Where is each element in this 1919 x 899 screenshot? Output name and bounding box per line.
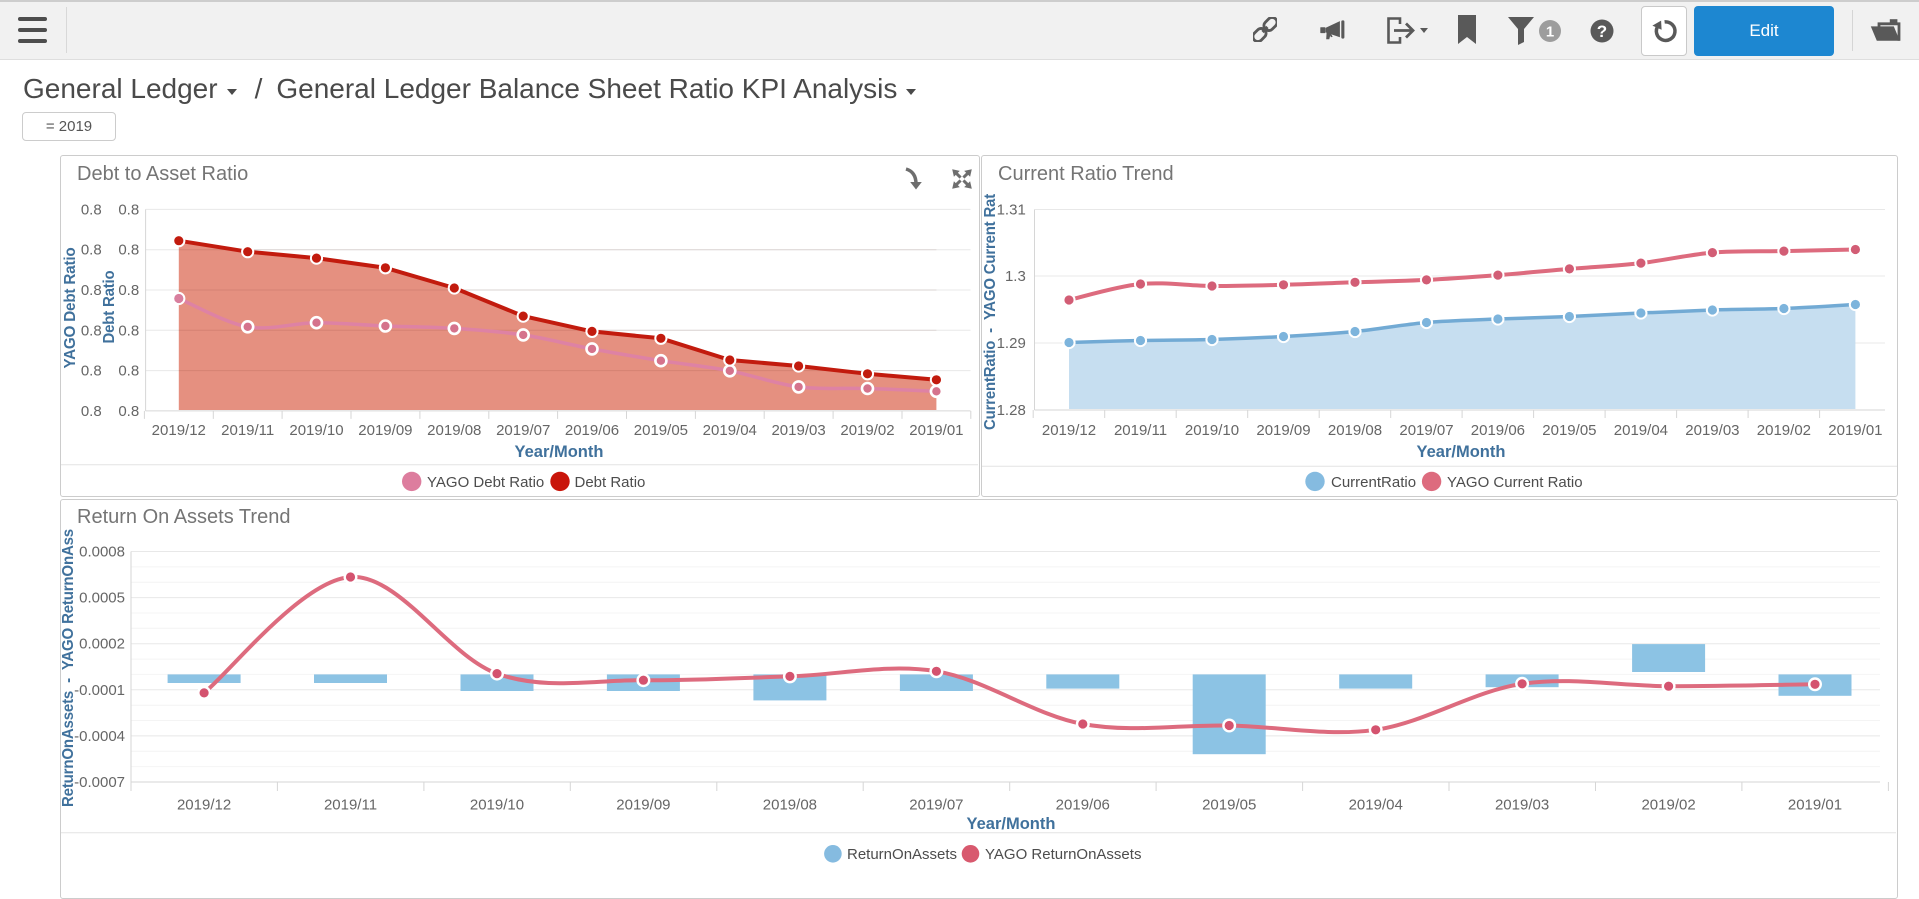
svg-text:0.8: 0.8	[81, 242, 102, 259]
svg-text:Return On Assets Trend: Return On Assets Trend	[77, 506, 290, 528]
svg-text:2019/02: 2019/02	[1641, 797, 1695, 814]
svg-text:2019/09: 2019/09	[358, 422, 412, 439]
svg-text:2019/09: 2019/09	[1256, 422, 1310, 439]
svg-text:2019/12: 2019/12	[177, 797, 231, 814]
svg-text:0.0008: 0.0008	[79, 544, 125, 561]
svg-text:2019/10: 2019/10	[289, 422, 343, 439]
svg-text:2019/12: 2019/12	[1042, 422, 1096, 439]
svg-text:YAGO Debt Ratio: YAGO Debt Ratio	[62, 247, 79, 368]
svg-text:2019/05: 2019/05	[634, 422, 688, 439]
svg-text:2019/01: 2019/01	[909, 422, 963, 439]
svg-text:0.8: 0.8	[81, 282, 102, 299]
svg-text:ReturnOnAssets: ReturnOnAssets	[847, 846, 957, 863]
svg-text:Debt to Asset Ratio: Debt to Asset Ratio	[77, 163, 248, 185]
svg-text:YAGO ReturnOnAssets: YAGO ReturnOnAssets	[985, 846, 1141, 863]
svg-text:2019/06: 2019/06	[565, 422, 619, 439]
svg-text:2019/03: 2019/03	[1685, 422, 1739, 439]
svg-text:1.3: 1.3	[1005, 268, 1026, 285]
svg-text:2019/04: 2019/04	[1349, 797, 1403, 814]
svg-text:2019/04: 2019/04	[703, 422, 757, 439]
svg-text:0.8: 0.8	[118, 403, 139, 420]
svg-text:1: 1	[1546, 24, 1554, 41]
svg-text:0.8: 0.8	[118, 363, 139, 380]
svg-text:Debt Ratio: Debt Ratio	[575, 474, 646, 491]
svg-text:2019/07: 2019/07	[496, 422, 550, 439]
svg-text:2019/08: 2019/08	[1328, 422, 1382, 439]
svg-text:2019/01: 2019/01	[1788, 797, 1842, 814]
svg-text:2019/08: 2019/08	[763, 797, 817, 814]
svg-text:0.8: 0.8	[118, 242, 139, 259]
svg-text:2019/02: 2019/02	[840, 422, 894, 439]
svg-text:2019/03: 2019/03	[1495, 797, 1549, 814]
svg-text:2019/10: 2019/10	[470, 797, 524, 814]
svg-text:1.29: 1.29	[997, 335, 1026, 352]
svg-text:0.8: 0.8	[81, 403, 102, 420]
svg-text:1.28: 1.28	[997, 402, 1026, 419]
svg-text:2019/05: 2019/05	[1542, 422, 1596, 439]
svg-text:2019/04: 2019/04	[1614, 422, 1668, 439]
svg-text:?: ?	[1597, 22, 1607, 41]
svg-text:2019/01: 2019/01	[1828, 422, 1882, 439]
svg-text:0.8: 0.8	[81, 363, 102, 380]
svg-text:YAGO Debt Ratio: YAGO Debt Ratio	[427, 474, 544, 491]
svg-text:0.0002: 0.0002	[79, 636, 125, 653]
svg-text:2019/07: 2019/07	[909, 797, 963, 814]
svg-text:0.8: 0.8	[81, 322, 102, 339]
svg-text:1.31: 1.31	[997, 202, 1026, 219]
svg-text:2019/11: 2019/11	[1114, 422, 1167, 439]
svg-text:2019/11: 2019/11	[324, 797, 377, 814]
svg-text:-0.0007: -0.0007	[74, 774, 125, 791]
svg-text:Current Ratio Trend: Current Ratio Trend	[998, 163, 1174, 185]
svg-text:2019/05: 2019/05	[1202, 797, 1256, 814]
svg-text:2019/06: 2019/06	[1056, 797, 1110, 814]
svg-text:Debt Ratio: Debt Ratio	[101, 270, 118, 343]
svg-text:0.8: 0.8	[118, 282, 139, 299]
svg-text:0.8: 0.8	[118, 322, 139, 339]
svg-text:ReturnOnAssets - YAGO Return: ReturnOnAssets - YAGO ReturnOnAss	[60, 529, 77, 807]
svg-text:2019/07: 2019/07	[1399, 422, 1453, 439]
svg-text:Year/Month: Year/Month	[967, 815, 1056, 833]
svg-text:-0.0004: -0.0004	[74, 728, 125, 745]
svg-text:0.0005: 0.0005	[79, 590, 125, 607]
svg-text:2019/11: 2019/11	[221, 422, 274, 439]
svg-text:YAGO Current Ratio: YAGO Current Ratio	[1447, 474, 1583, 491]
svg-text:2019/12: 2019/12	[152, 422, 206, 439]
svg-text:2019/08: 2019/08	[427, 422, 481, 439]
svg-text:2019/03: 2019/03	[771, 422, 825, 439]
svg-text:CurrentRatio - YAGO Current: CurrentRatio - YAGO Current Rat	[982, 193, 999, 430]
svg-text:2019/02: 2019/02	[1757, 422, 1811, 439]
svg-text:CurrentRatio: CurrentRatio	[1331, 474, 1416, 491]
svg-text:2019/06: 2019/06	[1471, 422, 1525, 439]
svg-text:Year/Month: Year/Month	[515, 443, 604, 461]
svg-text:0.8: 0.8	[81, 201, 102, 218]
svg-text:0.8: 0.8	[118, 201, 139, 218]
svg-text:2019/10: 2019/10	[1185, 422, 1239, 439]
svg-text:-0.0001: -0.0001	[74, 682, 125, 699]
svg-text:2019/09: 2019/09	[616, 797, 670, 814]
svg-text:Year/Month: Year/Month	[1417, 443, 1506, 461]
